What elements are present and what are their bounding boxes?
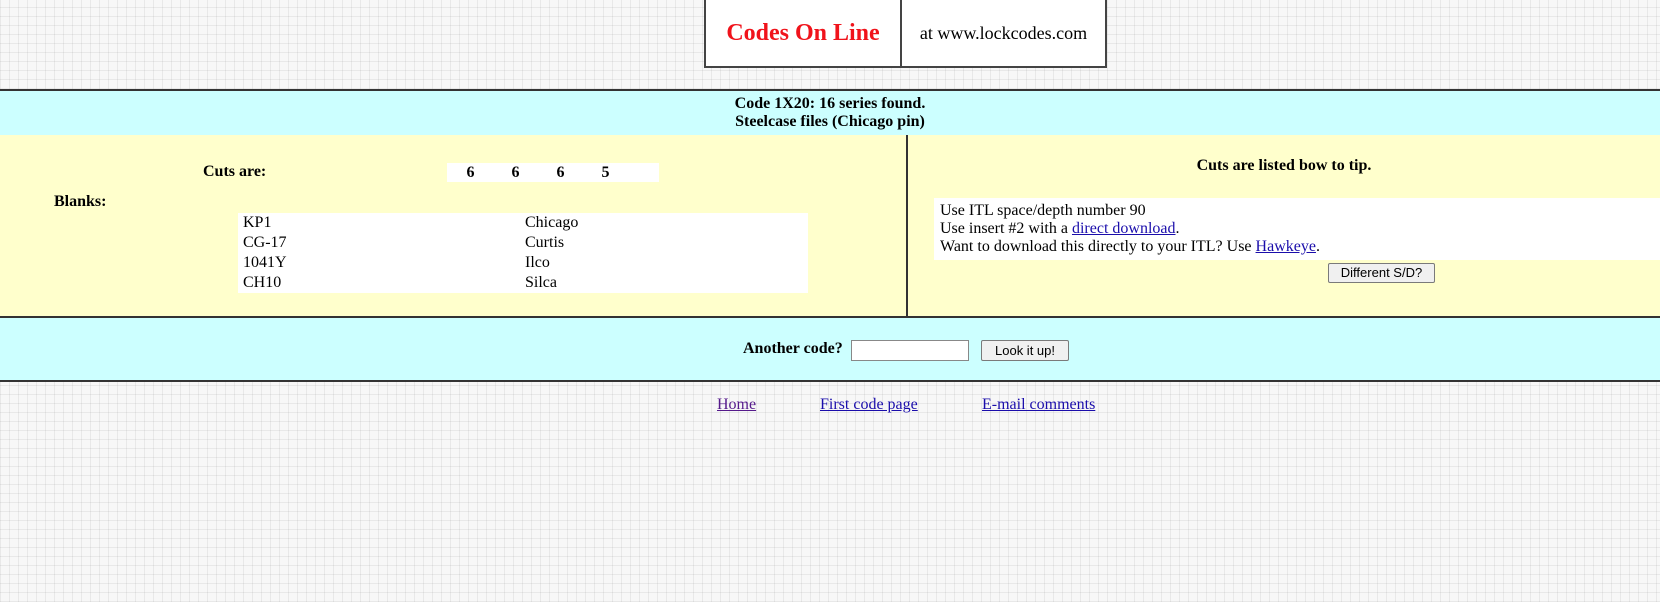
cuts-values: 6 6 6 5 bbox=[447, 163, 659, 182]
blank-row: 1041Y Ilco bbox=[238, 253, 808, 273]
blanks-label: Blanks: bbox=[54, 193, 107, 210]
email-comments-link[interactable]: E-mail comments bbox=[982, 396, 1095, 414]
itl-insert-suffix: . bbox=[1175, 220, 1180, 237]
another-code-label: Another code? bbox=[743, 340, 843, 357]
cuts-blanks-panel: Cuts are: 6 6 6 5 Blanks: KP1 Chicago CG… bbox=[0, 135, 908, 316]
blank-row: KP1 Chicago bbox=[238, 213, 808, 233]
blank-maker: Curtis bbox=[525, 234, 565, 251]
cut-value: 6 bbox=[466, 164, 475, 181]
result-count: Code 1X20: 16 series found. bbox=[734, 95, 926, 112]
site-title: Codes On Line bbox=[706, 0, 902, 66]
cut-value: 5 bbox=[601, 164, 610, 181]
result-series: Steelcase files (Chicago pin) bbox=[735, 113, 925, 130]
blank-row: CG-17 Curtis bbox=[238, 233, 808, 253]
itl-instructions: Use ITL space/depth number 90 Use insert… bbox=[934, 198, 1660, 260]
details-panels: Cuts are: 6 6 6 5 Blanks: KP1 Chicago CG… bbox=[0, 135, 1660, 316]
blank-code: CG-17 bbox=[243, 234, 287, 251]
code-search-input[interactable] bbox=[851, 340, 969, 361]
cut-value: 6 bbox=[556, 164, 565, 181]
blank-maker: Silca bbox=[525, 274, 557, 291]
different-sd-button[interactable]: Different S/D? bbox=[1328, 263, 1435, 283]
look-it-up-button[interactable]: Look it up! bbox=[981, 340, 1069, 361]
blank-code: KP1 bbox=[243, 214, 272, 231]
blank-code: CH10 bbox=[243, 274, 282, 291]
itl-hawkeye-text: Want to download this directly to your I… bbox=[940, 238, 1256, 255]
direct-download-link[interactable]: direct download bbox=[1072, 220, 1176, 237]
bow-to-tip-note: Cuts are listed bow to tip. bbox=[1196, 157, 1372, 174]
itl-space-depth-line: Use ITL space/depth number 90 bbox=[940, 202, 1146, 219]
hawkeye-link[interactable]: Hawkeye bbox=[1256, 238, 1316, 255]
site-url-text: at www.lockcodes.com bbox=[919, 22, 1088, 43]
cuts-label: Cuts are: bbox=[203, 163, 267, 180]
home-link[interactable]: Home bbox=[717, 396, 756, 414]
blank-code: 1041Y bbox=[243, 254, 287, 271]
site-header: Codes On Line at www.lockcodes.com bbox=[704, 0, 1107, 68]
result-banner: Code 1X20: 16 series found. Steelcase fi… bbox=[0, 89, 1660, 141]
lookup-bar: Another code? Look it up! bbox=[0, 316, 1660, 382]
itl-panel: Cuts are listed bow to tip. Use ITL spac… bbox=[908, 135, 1660, 316]
itl-insert-line: Use insert #2 with a direct download. bbox=[940, 220, 1654, 238]
cut-value: 6 bbox=[511, 164, 520, 181]
blank-row: CH10 Silca bbox=[238, 273, 808, 293]
first-code-page-link[interactable]: First code page bbox=[820, 396, 918, 414]
itl-hawkeye-line: Want to download this directly to your I… bbox=[940, 238, 1654, 256]
blank-maker: Chicago bbox=[525, 214, 579, 231]
blanks-table: KP1 Chicago CG-17 Curtis 1041Y Ilco CH10… bbox=[238, 213, 808, 293]
blank-maker: Ilco bbox=[525, 254, 550, 271]
itl-hawkeye-suffix: . bbox=[1315, 238, 1320, 255]
itl-insert-text: Use insert #2 with a bbox=[940, 220, 1072, 237]
